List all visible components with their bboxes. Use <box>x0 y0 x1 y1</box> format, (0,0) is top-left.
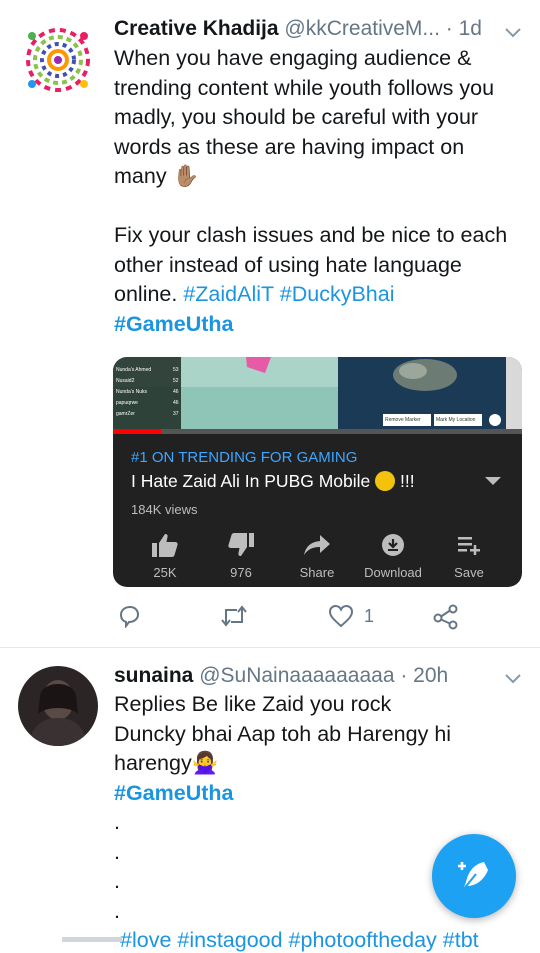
share-network-icon[interactable] <box>433 604 459 630</box>
youtube-video-card[interactable]: Nunda's Ahmed 53 Nusaid2 52 Nunda's Nuks… <box>113 357 522 587</box>
map-button: Remove Marker <box>385 417 421 423</box>
video-actions: 25K 976 Share Download Save <box>127 533 507 580</box>
tweet-header: Creative Khadija @kkCreativeM... · 1d <box>114 16 482 42</box>
video-title[interactable]: I Hate Zaid Ali In PUBG Mobile !!! <box>131 471 415 492</box>
share-video-button[interactable]: Share <box>279 533 355 580</box>
hashtag-link[interactable]: #DuckyBhai <box>280 282 395 306</box>
dislike-count: 976 <box>230 565 252 580</box>
share-icon <box>304 535 330 555</box>
compose-tweet-button[interactable] <box>432 834 516 918</box>
thumbs-down-icon <box>228 533 254 556</box>
view-count: 184K views <box>131 502 198 517</box>
like-count: 25K <box>153 565 177 580</box>
hashtag-link[interactable]: #ZaidAliT <box>183 282 273 306</box>
compose-feather-icon <box>458 862 488 891</box>
retweet-icon[interactable] <box>220 604 248 628</box>
video-thumbnail[interactable]: Nunda's Ahmed 53 Nusaid2 52 Nunda's Nuks… <box>113 357 522 434</box>
timestamp[interactable]: · 1d <box>446 17 482 40</box>
tweet-text: When you have engaging audience & trendi… <box>114 44 534 339</box>
like-video-button[interactable]: 25K <box>127 533 203 580</box>
user-handle[interactable]: @kkCreativeM... <box>284 17 440 40</box>
text-line: other instead of using hate language <box>114 252 462 277</box>
like-count: 1 <box>364 606 375 626</box>
text-line: many ✋🏽 <box>114 164 200 188</box>
heart-icon[interactable] <box>328 604 354 628</box>
hashtag-line[interactable]: #love #instagood #photooftheday #tbt <box>120 927 479 953</box>
user-handle[interactable]: @SuNainaaaaaaaaa <box>199 664 394 687</box>
dislike-video-button[interactable]: 976 <box>203 533 279 580</box>
text-line: Duncky bhai Aap toh ab Harengy hi <box>114 721 452 746</box>
avatar[interactable] <box>18 20 98 100</box>
hashtag-link[interactable]: #GameUtha <box>114 781 234 805</box>
timestamp[interactable]: · 20h <box>400 664 448 687</box>
tweet-actions: 1 <box>0 600 540 634</box>
text-line: Fix your clash issues and be nice to eac… <box>114 223 508 247</box>
chevron-down-icon[interactable] <box>503 668 523 688</box>
avatar[interactable] <box>18 666 98 746</box>
text-line: harengy🙅‍♀️ <box>114 751 219 775</box>
text-line: words as these are having impact on <box>114 134 465 159</box>
raised-hand-emoji: ✋🏽 <box>172 164 200 188</box>
save-video-button[interactable]: Save <box>431 533 507 580</box>
hashtag-link[interactable]: #GameUtha <box>114 312 234 336</box>
display-name[interactable]: sunaina <box>114 664 193 687</box>
chevron-down-icon[interactable] <box>503 22 523 42</box>
text-line: madly, you should be careful with your <box>114 105 479 129</box>
trending-label[interactable]: #1 ON TRENDING FOR GAMING <box>131 449 357 466</box>
download-video-button[interactable]: Download <box>355 533 431 580</box>
bottom-bar-edge <box>62 937 122 942</box>
thumbs-up-icon <box>152 534 178 557</box>
profile-photo <box>18 666 98 746</box>
map-button: Mark My Location <box>436 417 476 423</box>
tweet-1[interactable]: Creative Khadija @kkCreativeM... · 1d Wh… <box>0 0 540 647</box>
display-name[interactable]: Creative Khadija <box>114 17 279 40</box>
save-playlist-icon <box>458 537 480 555</box>
woman-gesturing-no-emoji: 🙅‍♀️ <box>191 751 219 775</box>
download-icon <box>382 534 404 556</box>
expand-chevron-icon[interactable] <box>485 477 501 487</box>
mandala-avatar-image <box>18 20 98 100</box>
tweet-header: sunaina @SuNainaaaaaaaaa · 20h <box>114 663 448 689</box>
text-line: online. #ZaidAliT #DuckyBhai <box>114 282 395 306</box>
text-line: When you have engaging audience & <box>114 46 472 70</box>
text-line: Replies Be like Zaid you rock <box>114 692 392 716</box>
scoreboard: Nunda's Ahmed 53 Nusaid2 52 Nunda's Nuks… <box>116 367 179 417</box>
text-line: trending content while youth follows you <box>114 75 495 100</box>
angry-face-emoji <box>375 471 396 491</box>
reply-icon[interactable] <box>117 604 141 628</box>
